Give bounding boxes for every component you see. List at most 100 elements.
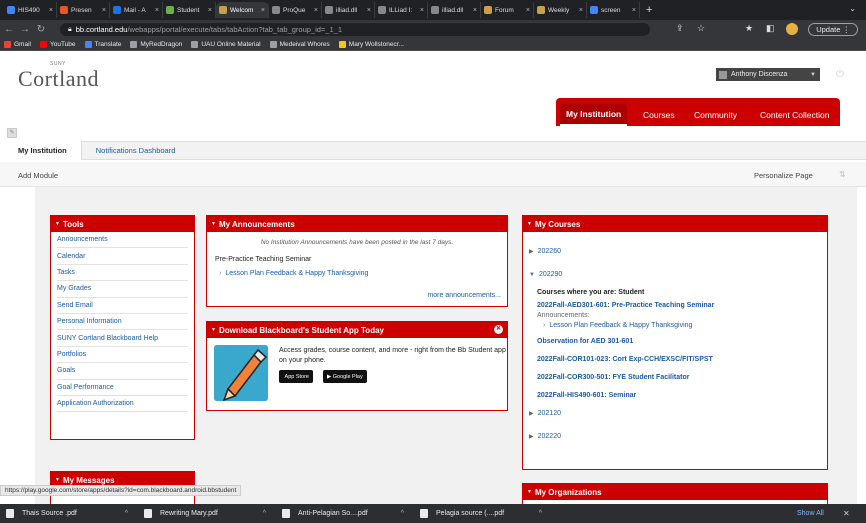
close-icon[interactable]: ✕ (494, 325, 503, 334)
chevron-up-icon[interactable]: ^ (401, 510, 404, 517)
bookmark-item[interactable]: Mary Wollstonecr... (338, 40, 404, 48)
browser-tab[interactable]: HIS490 × (4, 2, 57, 18)
reload-icon[interactable]: ↻ (34, 24, 48, 35)
tab-community[interactable]: Community (688, 104, 743, 126)
bookmark-item[interactable]: MyRedDragon (130, 40, 182, 48)
term-toggle[interactable]: ▶ 202220 (529, 431, 827, 442)
app-store-button[interactable]: App Store (279, 370, 313, 383)
tool-link[interactable]: Personal Information (57, 314, 188, 331)
browser-tab[interactable]: Student × (163, 2, 216, 18)
tool-link[interactable]: Portfolios (57, 347, 188, 364)
browser-tab[interactable]: Welcom × (216, 2, 269, 18)
browser-tab[interactable]: illiad.dll × (428, 2, 481, 18)
collapse-icon[interactable]: ▼ (527, 221, 532, 227)
tool-link[interactable]: Send Email (57, 298, 188, 314)
close-tab-icon[interactable]: × (155, 7, 159, 14)
tool-link[interactable]: SUNY Cortland Blackboard Help (57, 330, 188, 347)
cortland-logo[interactable]: SUNY Cortland (18, 61, 99, 92)
extensions-icon[interactable]: ★ (745, 23, 753, 34)
course-link[interactable]: 2022Fall-COR300-501: FYE Student Facilit… (537, 374, 827, 381)
update-button[interactable]: Update ⋮ (808, 23, 858, 36)
tool-link[interactable]: Goal Performance (57, 380, 188, 396)
download-item[interactable]: Anti-Pelagian So....pdf ^ (276, 504, 414, 523)
sort-icon[interactable]: ⇅ (839, 170, 846, 179)
browser-tab[interactable]: Forum × (481, 2, 534, 18)
chevron-up-icon[interactable]: ^ (539, 510, 542, 517)
bookmark-item[interactable]: Gmail (4, 40, 31, 48)
lock-icon[interactable]: 🔒︎ (68, 26, 72, 34)
bookmark-item[interactable]: Medeival Whores (269, 40, 330, 48)
download-item[interactable]: Thais Source .pdf ^ (0, 504, 138, 523)
close-tab-icon[interactable]: × (526, 7, 530, 14)
close-tab-icon[interactable]: × (632, 7, 636, 14)
collapse-icon[interactable]: ▼ (211, 327, 216, 333)
collapse-icon[interactable]: ▼ (527, 489, 532, 495)
chevron-up-icon[interactable]: ^ (263, 510, 266, 517)
tab-search-icon[interactable]: ⌄ (849, 4, 856, 13)
course-announcement-label: Lesson Plan Feedback & Happy Thanksgivin… (549, 322, 693, 329)
new-tab-button[interactable]: + (646, 4, 652, 16)
tool-link[interactable]: Application Authorization (57, 396, 188, 413)
more-announcements-link[interactable]: more announcements... (427, 292, 501, 299)
close-tab-icon[interactable]: × (49, 7, 53, 14)
tab-content-collection[interactable]: Content Collection (754, 104, 835, 126)
tool-link[interactable]: Announcements (57, 232, 188, 249)
browser-tab[interactable]: screen × (587, 2, 640, 18)
course-link[interactable]: 2022Fall-AED301-601: Pre-Practice Teachi… (537, 302, 827, 309)
browser-tab[interactable]: ILLiad I: × (375, 2, 428, 18)
browser-tab[interactable]: ProQue × (269, 2, 322, 18)
tool-link[interactable]: Calendar (57, 248, 188, 265)
google-play-button[interactable]: ▶ Google Play (323, 370, 367, 383)
close-tab-icon[interactable]: × (420, 7, 424, 14)
chevron-up-icon[interactable]: ^ (125, 510, 128, 517)
course-link[interactable]: 2022Fall-COR101-023: Cort Exp-CCH/EXSC/F… (537, 356, 827, 363)
tab-my-institution[interactable]: My Institution (560, 104, 628, 126)
add-module-button[interactable]: Add Module (18, 171, 58, 180)
bookmark-item[interactable]: YouTube (39, 40, 76, 48)
browser-tab[interactable]: Weekly × (534, 2, 587, 18)
bookmark-item[interactable]: UAU Online Material (191, 40, 261, 48)
bookmark-item[interactable]: Translate (84, 40, 121, 48)
back-icon[interactable]: ← (2, 24, 16, 35)
term-toggle[interactable]: ▶ 202120 (529, 408, 827, 419)
share-icon[interactable]: ⇪ (676, 23, 684, 34)
download-item[interactable]: Pelagia source (....pdf ^ (414, 504, 552, 523)
close-icon[interactable]: ✕ (843, 509, 850, 518)
subtab-notifications-dashboard[interactable]: Notifications Dashboard (82, 141, 193, 160)
bookmark-star-icon[interactable]: ☆ (697, 23, 705, 34)
tool-link[interactable]: Tasks (57, 265, 188, 282)
subtab-my-institution[interactable]: My Institution (0, 141, 82, 160)
edit-icon[interactable]: ✎ (7, 128, 17, 138)
close-tab-icon[interactable]: × (367, 7, 371, 14)
close-tab-icon[interactable]: × (314, 7, 318, 14)
close-tab-icon[interactable]: × (579, 7, 583, 14)
tab-courses[interactable]: Courses (637, 104, 681, 126)
browser-tab[interactable]: illiad.dll × (322, 2, 375, 18)
term-toggle[interactable]: ▼ 202290 (529, 269, 827, 280)
course-link[interactable]: 2022Fall-HIS490-601: Seminar (537, 392, 827, 399)
profile-avatar[interactable] (786, 23, 798, 35)
term-toggle[interactable]: ▶ 202260 (529, 246, 827, 257)
collapse-icon[interactable]: ▼ (55, 477, 60, 483)
close-tab-icon[interactable]: × (473, 7, 477, 14)
personalize-page-button[interactable]: Personalize Page (754, 171, 813, 180)
close-tab-icon[interactable]: × (102, 7, 106, 14)
download-item[interactable]: Rewriting Mary.pdf ^ (138, 504, 276, 523)
logout-icon[interactable]: ⏻ (836, 69, 844, 80)
collapse-icon[interactable]: ▼ (211, 221, 216, 227)
collapse-icon[interactable]: ▼ (55, 221, 60, 227)
announcement-link[interactable]: › Lesson Plan Feedback & Happy Thanksgivi… (219, 270, 507, 277)
tool-link[interactable]: My Grades (57, 281, 188, 298)
close-tab-icon[interactable]: × (208, 7, 212, 14)
browser-tab[interactable]: Mail - A × (110, 2, 163, 18)
sidepanel-icon[interactable]: ◧ (766, 23, 775, 34)
show-all-button[interactable]: Show All (797, 510, 824, 517)
tool-link[interactable]: Goals (57, 363, 188, 380)
forward-icon[interactable]: → (18, 24, 32, 35)
address-bar[interactable]: 🔒︎ bb.cortland.edu/webapps/portal/execut… (60, 23, 650, 36)
close-tab-icon[interactable]: × (261, 7, 265, 14)
user-menu[interactable]: Anthony Discenza ▼ (716, 68, 820, 81)
browser-tab[interactable]: Presen × (57, 2, 110, 18)
course-announcement-link[interactable]: › Lesson Plan Feedback & Happy Thanksgivi… (543, 322, 827, 329)
course-link[interactable]: Observation for AED 301-601 (537, 338, 827, 345)
